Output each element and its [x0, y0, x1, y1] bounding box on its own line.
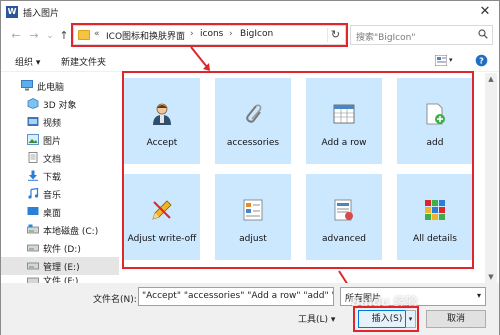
forward-button[interactable]: →	[27, 29, 41, 43]
sidebar-item-label: 软件 (D:)	[43, 245, 81, 255]
sidebar-item-pictures[interactable]: 图片	[1, 131, 119, 149]
sidebar-item-label: 桌面	[43, 209, 62, 219]
view-options-icon[interactable]	[435, 55, 447, 66]
scroll-down-icon[interactable]: ▼	[485, 271, 497, 283]
desktop-icon	[27, 207, 39, 215]
sidebar-item-drive-e[interactable]: 管理 (E:)	[1, 257, 119, 275]
navigation-pane: 此电脑 3D 对象 视频 图片 文档 下载 音乐 桌面 本地磁盘 (C:) 软件…	[1, 73, 119, 283]
sidebar-item-label: 本地磁盘 (C:)	[43, 227, 99, 237]
view-dropdown-icon[interactable]: ▾	[449, 56, 453, 64]
title-bar: W 插入图片 ✕	[1, 1, 499, 23]
computer-icon	[21, 80, 33, 91]
sidebar-item-label: 音乐	[43, 191, 62, 201]
sidebar-item-label: 文件 (F:)	[43, 277, 79, 283]
search-placeholder: 搜索"BigIcon"	[356, 33, 416, 43]
drive-icon	[27, 224, 39, 234]
sidebar-item-label: 图片	[43, 137, 62, 147]
up-folder-button[interactable]: ↑	[57, 29, 71, 43]
filename-input[interactable]: "Accept" "accessories" "Add a row" "add"…	[138, 287, 334, 306]
sidebar-item-drive-c[interactable]: 本地磁盘 (C:)	[1, 221, 119, 239]
new-folder-button[interactable]: 新建文件夹	[61, 55, 106, 68]
sidebar-item-label: 管理 (E:)	[43, 263, 80, 273]
window-title: 插入图片	[23, 9, 60, 19]
search-icon[interactable]	[478, 29, 488, 39]
download-icon	[28, 170, 38, 181]
sidebar-item-documents[interactable]: 文档	[1, 149, 119, 167]
sidebar-item-this-pc[interactable]: 此电脑	[1, 77, 119, 95]
music-icon	[28, 188, 39, 199]
svg-text:?: ?	[479, 57, 484, 66]
picture-icon	[27, 134, 39, 145]
chevron-down-icon: ▾	[476, 291, 481, 300]
document-icon	[28, 152, 38, 163]
address-highlight-box	[71, 23, 348, 47]
recent-locations-dropdown[interactable]: ⌄	[43, 29, 57, 43]
sidebar-item-label: 此电脑	[37, 83, 65, 93]
drive-icon	[27, 244, 39, 252]
sidebar-item-label: 文档	[43, 155, 62, 165]
close-icon[interactable]: ✕	[477, 4, 493, 20]
sidebar-item-music[interactable]: 音乐	[1, 185, 119, 203]
sidebar-item-desktop[interactable]: 桌面	[1, 203, 119, 221]
sidebar-item-3d-objects[interactable]: 3D 对象	[1, 95, 119, 113]
search-input[interactable]: 搜索"BigIcon"	[350, 25, 493, 45]
filename-label: 文件名(N):	[93, 295, 137, 305]
sidebar-item-drive-f[interactable]: 文件 (F:)	[1, 275, 119, 283]
sidebar-item-videos[interactable]: 视频	[1, 113, 119, 131]
back-button[interactable]: ←	[9, 29, 23, 43]
video-icon	[27, 117, 39, 126]
files-highlight-box	[122, 71, 474, 269]
sidebar-item-drive-d[interactable]: 软件 (D:)	[1, 239, 119, 257]
organize-menu[interactable]: 组织 ▾	[15, 55, 40, 68]
sidebar-item-downloads[interactable]: 下载	[1, 167, 119, 185]
scroll-up-icon[interactable]: ▲	[485, 73, 497, 85]
cube-icon	[27, 98, 39, 109]
drive-icon	[27, 262, 39, 270]
drive-icon	[27, 277, 39, 283]
command-bar: 组织 ▾ 新建文件夹 ▾ ?	[1, 50, 499, 72]
insert-highlight-box	[353, 306, 419, 332]
tools-menu[interactable]: 工具(L) ▾	[298, 312, 335, 325]
sidebar-item-label: 视频	[43, 119, 62, 129]
sidebar-item-label: 3D 对象	[43, 101, 77, 111]
help-icon[interactable]: ?	[475, 54, 488, 67]
sidebar-item-label: 下载	[43, 173, 62, 183]
word-app-icon: W	[6, 6, 18, 18]
insert-picture-dialog: W 插入图片 ✕ ← → ⌄ ↑ « ICO图标和换肤界面 › icons › …	[0, 0, 500, 335]
cancel-button[interactable]: 取消	[426, 310, 486, 328]
file-list-scrollbar[interactable]: ▲ ▼	[485, 73, 497, 283]
